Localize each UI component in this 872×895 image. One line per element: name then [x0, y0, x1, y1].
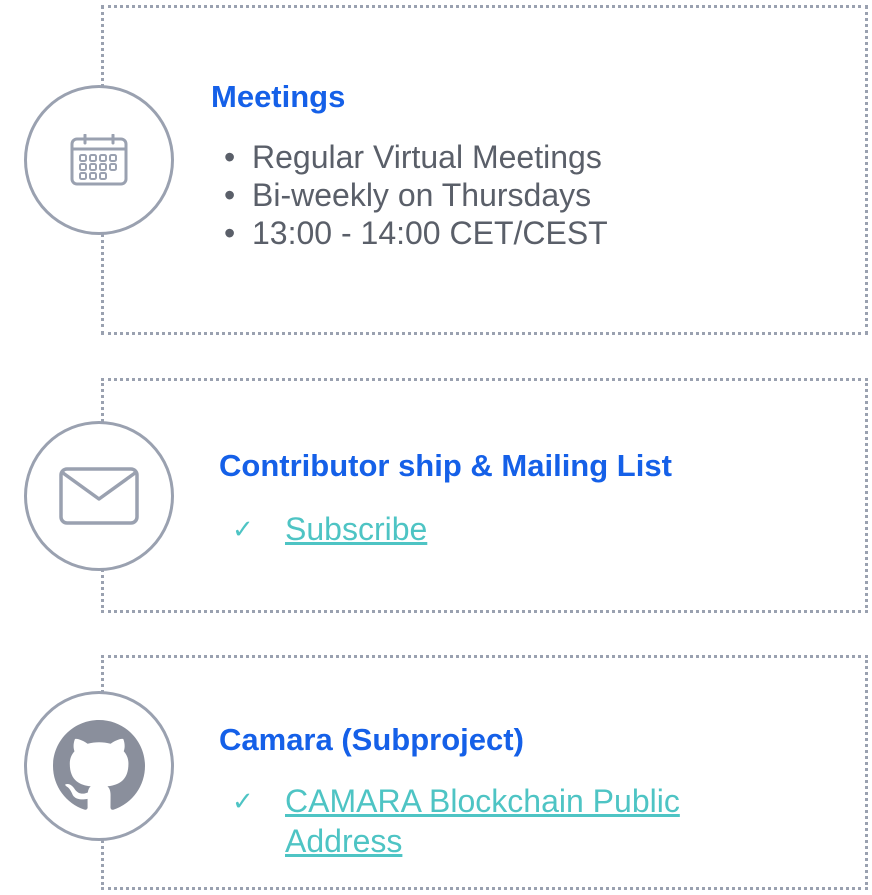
meetings-title: Meetings	[211, 79, 346, 114]
contributor-card: Contributor ship & Mailing List ✓ Subscr…	[101, 378, 868, 613]
camara-title: Camara (Subproject)	[219, 722, 524, 757]
camara-card: Camara (Subproject) ✓ CAMARA Blockchain …	[101, 655, 868, 890]
subscribe-row: ✓ Subscribe	[232, 509, 427, 549]
checkmark-icon: ✓	[232, 786, 254, 816]
list-item: Regular Virtual Meetings	[224, 138, 608, 176]
contributor-title: Contributor ship & Mailing List	[219, 448, 672, 483]
github-circle	[24, 691, 174, 841]
list-item: 13:00 - 14:00 CET/CEST	[224, 214, 608, 252]
mail-circle	[24, 421, 174, 571]
meetings-list: Regular Virtual Meetings Bi-weekly on Th…	[224, 138, 608, 252]
meetings-card: Meetings Regular Virtual Meetings Bi-wee…	[101, 5, 868, 335]
mail-icon	[59, 467, 139, 525]
calendar-icon	[70, 134, 128, 186]
camara-link-row: ✓ CAMARA Blockchain Public Address	[232, 781, 765, 861]
subscribe-link[interactable]: Subscribe	[285, 509, 427, 549]
github-icon	[53, 720, 145, 810]
list-item: Bi-weekly on Thursdays	[224, 176, 608, 214]
checkmark-icon: ✓	[232, 514, 254, 544]
camara-blockchain-link[interactable]: CAMARA Blockchain Public Address	[285, 781, 765, 861]
calendar-circle	[24, 85, 174, 235]
